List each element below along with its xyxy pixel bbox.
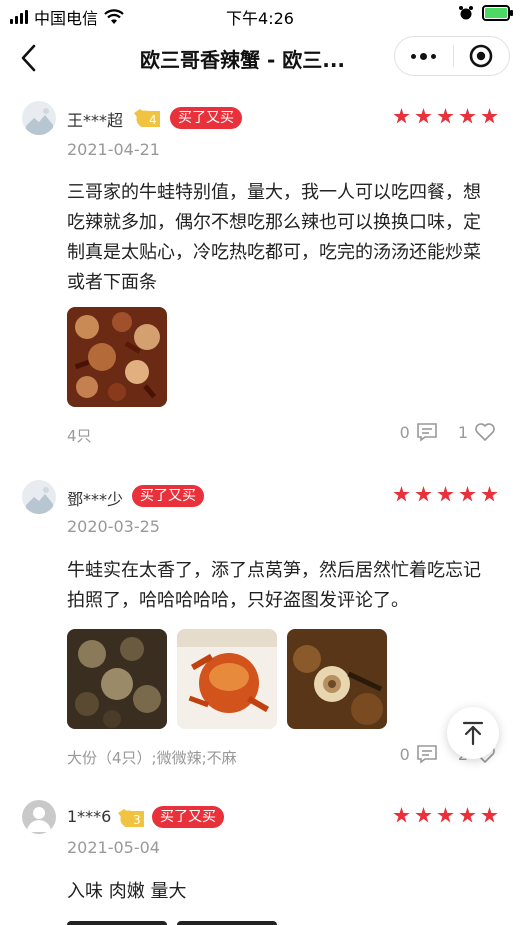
star-icon [459, 108, 476, 124]
avatar[interactable] [22, 480, 56, 514]
review-photo[interactable] [177, 629, 277, 729]
review-photo[interactable] [287, 629, 387, 729]
star-icon [393, 108, 410, 124]
rating-stars [393, 486, 498, 503]
review-date: 2020-03-25 [67, 517, 160, 536]
repeat-buyer-tag: 买了又买 [132, 485, 204, 507]
review-photo-partial[interactable] [67, 921, 167, 925]
review-text: 三哥家的牛蛙特别值，量大，我一人可以吃四餐，想吃辣就多加，偶尔不想吃那么辣也可以… [67, 182, 481, 293]
avatar[interactable] [22, 101, 56, 135]
review-date: 2021-05-04 [67, 838, 160, 857]
star-icon [393, 486, 410, 502]
review-item: 鄧***少 买了又买 2020-03-25 牛蛙实在太香了，添了点莴笋，然后居然… [0, 466, 520, 786]
avatar[interactable] [22, 800, 56, 834]
star-icon [481, 486, 498, 502]
star-icon [437, 807, 454, 823]
target-icon [469, 44, 493, 68]
star-icon [415, 807, 432, 823]
comment-icon [417, 423, 437, 442]
star-icon [437, 108, 454, 124]
comment-count: 0 [399, 744, 410, 764]
back-to-top-button[interactable] [447, 707, 499, 759]
vip-badge-icon: 3 [118, 809, 144, 827]
username: 王***超 [67, 111, 124, 130]
star-icon [481, 807, 498, 823]
svg-text:4: 4 [149, 113, 157, 127]
status-bar: 中国电信 下午4:26 [0, 0, 520, 30]
star-icon [415, 486, 432, 502]
rating-stars [393, 807, 498, 824]
rating-stars [393, 108, 498, 125]
star-icon [481, 108, 498, 124]
review-item: 1***6 3 买了又买 2021-05-04 入味 肉嫩 量大 [0, 786, 520, 925]
comment-button[interactable]: 0 [400, 422, 438, 442]
comment-button[interactable]: 0 [400, 744, 438, 764]
svg-text:3: 3 [133, 813, 141, 827]
alarm-icon [459, 6, 473, 20]
repeat-buyer-tag: 买了又买 [170, 107, 242, 129]
review-actions: 0 1 [400, 422, 496, 442]
close-miniprogram-button[interactable] [453, 37, 509, 75]
mini-program-capsule [394, 36, 510, 76]
order-spec: 4只 [67, 427, 92, 445]
order-spec: 大份（4只）;微微辣;不麻 [67, 749, 237, 767]
back-button[interactable] [14, 42, 46, 74]
page-title: 欧三哥香辣蟹 - 欧三... [140, 48, 346, 72]
arrow-up-icon [462, 721, 484, 746]
repeat-buyer-tag: 买了又买 [152, 806, 224, 828]
battery-icon [482, 5, 513, 21]
star-icon [415, 108, 432, 124]
review-photo-partial[interactable] [177, 921, 277, 925]
review-text: 入味 肉嫩 量大 [67, 881, 187, 902]
star-icon [437, 486, 454, 502]
review-item: 王***超 4 买了又买 2021-04-21 三哥家的牛蛙特别值，量大，我一人… [0, 86, 520, 466]
star-icon [459, 807, 476, 823]
heart-icon [475, 423, 495, 441]
star-icon [393, 807, 410, 823]
review-date: 2021-04-21 [67, 140, 160, 159]
star-icon [459, 486, 476, 502]
username: 1***6 [67, 807, 112, 826]
comment-count: 0 [399, 422, 410, 442]
like-count: 1 [457, 422, 468, 442]
clock: 下午4:26 [226, 9, 294, 28]
navigation-bar: 欧三哥香辣蟹 - 欧三... [0, 30, 520, 86]
username: 鄧***少 [67, 490, 124, 509]
review-photo[interactable] [67, 629, 167, 729]
review-text: 牛蛙实在太香了，添了点莴笋，然后居然忙着吃忘记拍照了，哈哈哈哈哈，只好盗图发评论… [67, 560, 481, 611]
more-button[interactable] [395, 37, 453, 75]
comment-icon [417, 745, 437, 764]
vip-badge-icon: 4 [134, 109, 160, 127]
like-button[interactable]: 1 [458, 422, 496, 442]
review-photo[interactable] [67, 307, 167, 407]
